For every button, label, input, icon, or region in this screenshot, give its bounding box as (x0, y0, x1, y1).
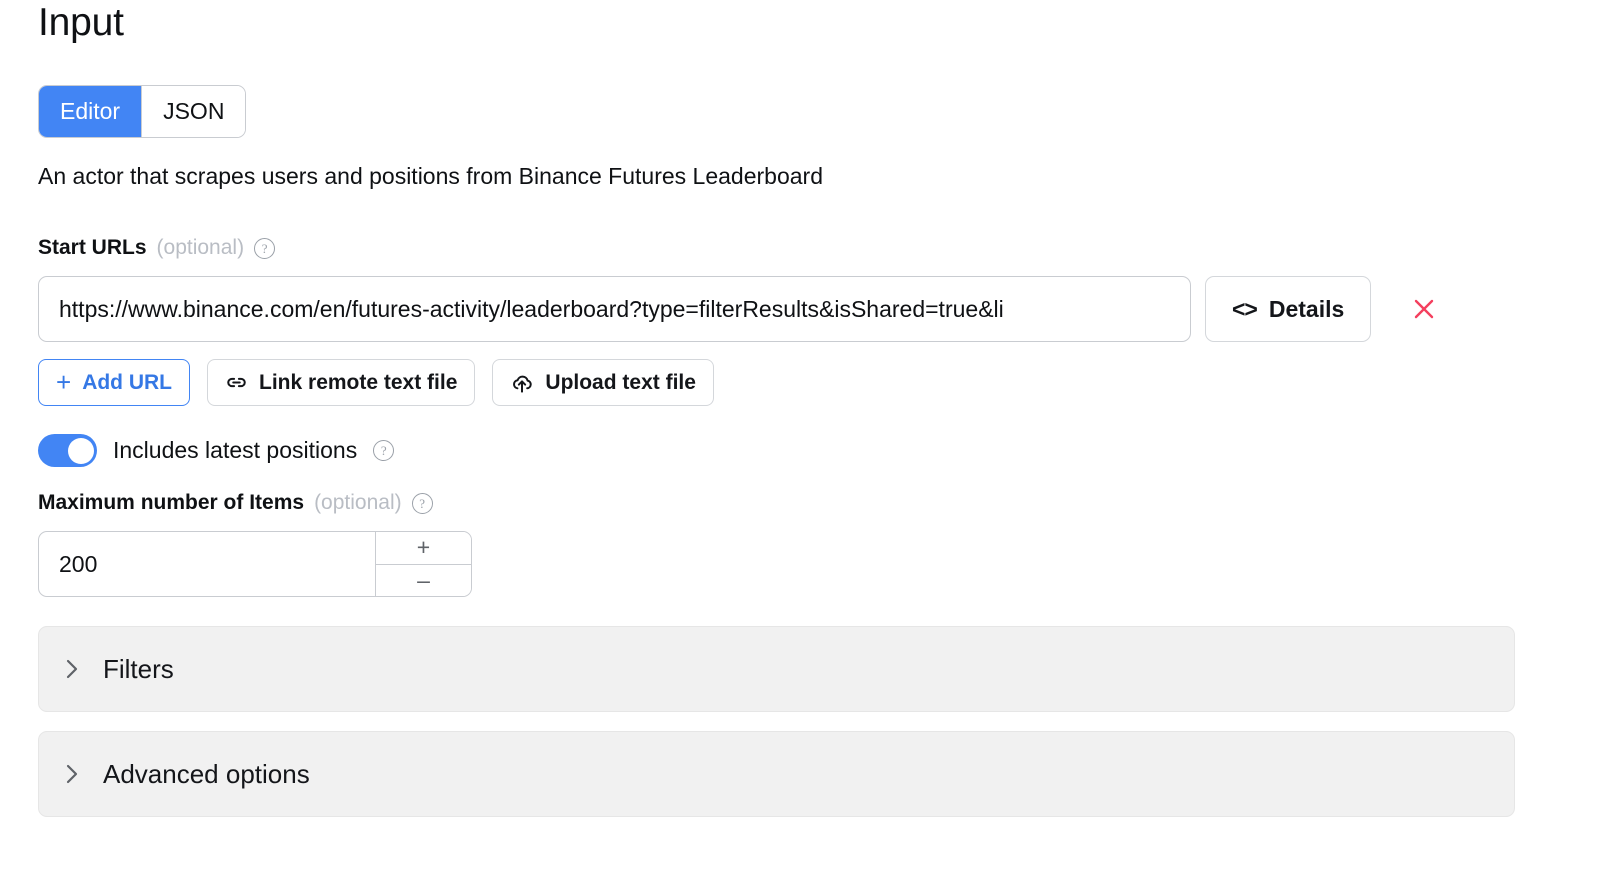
question-mark-circle-icon[interactable]: ? (411, 492, 433, 514)
max-items-input[interactable] (39, 532, 375, 596)
url-actions-row: + Add URL Link remote text file Upload t… (38, 359, 714, 406)
max-items-label: Maximum number of Items (38, 491, 305, 514)
link-remote-text-file-button[interactable]: Link remote text file (207, 359, 476, 406)
includes-latest-positions-label: Includes latest positions (113, 437, 358, 463)
max-items-label-row: Maximum number of Items (optional) ? (38, 491, 433, 515)
decrement-button[interactable]: – (376, 564, 471, 596)
section-advanced-options[interactable]: Advanced options (38, 731, 1515, 817)
add-url-button[interactable]: + Add URL (38, 359, 191, 406)
cloud-upload-icon (513, 375, 533, 393)
start-urls-optional-text: (optional) (156, 236, 245, 259)
max-items-optional-text: (optional) (314, 491, 402, 514)
add-url-label: Add URL (82, 370, 173, 394)
increment-button[interactable]: + (376, 532, 471, 565)
chevron-right-icon (66, 764, 78, 784)
includes-latest-positions-row: Includes latest positions ? (38, 434, 395, 467)
actor-description: An actor that scrapes users and position… (38, 163, 823, 189)
chevron-right-icon (66, 659, 78, 679)
tab-json[interactable]: JSON (142, 86, 246, 137)
close-x-icon (1415, 299, 1434, 319)
details-button[interactable]: <> Details (1205, 276, 1372, 342)
input-configuration-page: Input Editor JSON An actor that scrapes … (0, 0, 1600, 872)
details-button-label: Details (1268, 295, 1345, 322)
section-filters-title: Filters (103, 653, 174, 684)
start-urls-row: <> Details (38, 276, 1441, 342)
section-advanced-options-title: Advanced options (103, 758, 310, 789)
start-url-input[interactable] (38, 276, 1191, 342)
upload-text-file-label: Upload text file (545, 370, 696, 394)
input-mode-toggle[interactable]: Editor JSON (38, 85, 247, 138)
tab-editor[interactable]: Editor (39, 86, 142, 137)
max-items-stepper: + – (38, 531, 472, 597)
includes-latest-positions-toggle[interactable] (38, 434, 97, 467)
section-filters[interactable]: Filters (38, 626, 1515, 712)
upload-text-file-button[interactable]: Upload text file (492, 359, 714, 406)
start-urls-label: Start URLs (38, 236, 147, 259)
toggle-knob (68, 437, 94, 464)
question-mark-circle-icon[interactable]: ? (373, 440, 395, 461)
start-urls-label-row: Start URLs (optional) ? (38, 236, 276, 260)
page-title: Input (38, 1, 124, 44)
chain-link-icon (227, 377, 246, 388)
remove-url-button[interactable] (1407, 292, 1441, 326)
question-mark-circle-icon[interactable]: ? (254, 237, 276, 259)
stepper-controls: + – (375, 532, 471, 596)
plus-icon: + (56, 366, 72, 397)
link-remote-text-file-label: Link remote text file (259, 370, 458, 394)
code-brackets-icon: <> (1232, 295, 1258, 322)
